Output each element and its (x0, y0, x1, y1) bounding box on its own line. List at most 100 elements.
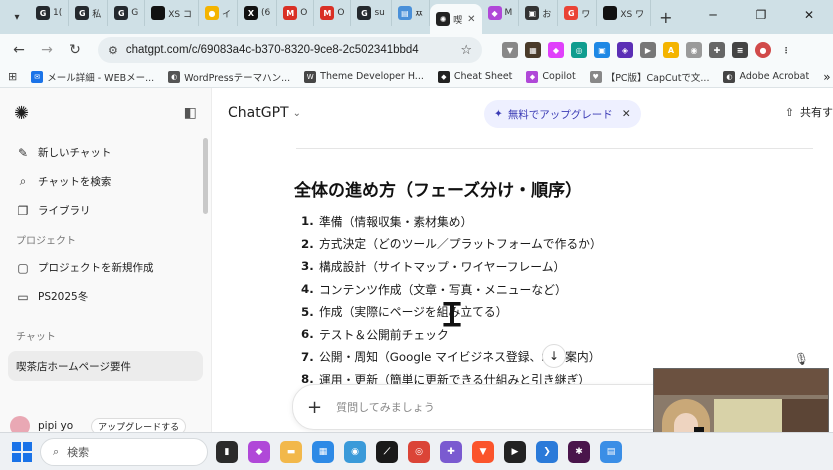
model-label: ChatGPT (228, 105, 289, 121)
bookmark-item[interactable]: ✉ メール詳細 - WEBメー... (31, 70, 154, 84)
scroll-down-button[interactable]: ↓ (542, 344, 566, 368)
browser-tab[interactable]: Gワ (558, 0, 598, 26)
bookmark-label: メール詳細 - WEBメー... (47, 72, 155, 84)
browser-tab[interactable]: G 1( (30, 0, 70, 26)
extension-icon[interactable]: ▦ (525, 42, 541, 58)
chrome-icon[interactable]: ◎ (408, 440, 430, 463)
chrome-app-icon[interactable]: ⟋ (376, 440, 398, 463)
profile-avatar-icon[interactable]: ● (755, 42, 771, 58)
tab-label: XS コ (168, 9, 192, 20)
extensions-puzzle-icon[interactable]: ✚ (709, 42, 725, 58)
bookmarks-bar: ⊞ ✉ メール詳細 - WEBメー... ◐ WordPressテーマハン... W Th… (0, 66, 833, 88)
extension-icon[interactable]: ▶ (640, 42, 656, 58)
browser-tab[interactable]: ▣ お (519, 0, 559, 26)
extension-icon[interactable]: A (663, 42, 679, 58)
projects-heading: プロジェクト (16, 236, 76, 247)
model-selector[interactable]: ChatGPT ⌄ (228, 105, 301, 121)
windows-start-icon[interactable] (12, 441, 32, 462)
sidebar-item[interactable]: ⌕ チャットを検索 (0, 167, 211, 196)
folder-icon: ▭ (17, 289, 29, 304)
browser-tab[interactable]: XS ワ (597, 0, 652, 26)
project-item[interactable]: ▢ プロジェクトを新規作成 (0, 253, 211, 282)
browser-tab[interactable]: ▤ ㅉ (392, 0, 431, 26)
vscode-icon[interactable]: ❯ (536, 440, 558, 463)
copilot-app-icon[interactable]: ◆ (248, 440, 270, 463)
back-icon[interactable]: ← (8, 39, 30, 61)
extension-icon[interactable]: ▣ (594, 42, 610, 58)
camera-icon[interactable]: ◉ (686, 42, 702, 58)
sparkle-icon: ✦ (494, 108, 503, 120)
close-window-button[interactable]: ✕ (785, 0, 833, 30)
close-tab-icon[interactable]: ✕ (467, 14, 475, 25)
chatgpt-logo-icon[interactable]: ✺ (14, 103, 29, 124)
bookmark-item[interactable]: ◐ Adobe Acrobat (723, 70, 809, 83)
composer-input[interactable]: 質問してみましょう (336, 399, 435, 415)
sidebar-item[interactable]: ❐ ライブラリ (0, 196, 211, 225)
chevron-down-icon: ⌄ (292, 107, 301, 119)
maximize-button[interactable]: ❐ (737, 0, 785, 30)
browser-tab[interactable]: ✺ 喫 ✕ (430, 4, 482, 34)
project-item[interactable]: ▭ PS2025冬 (0, 282, 211, 311)
new-tab-button[interactable]: + (651, 8, 680, 27)
minimize-button[interactable]: ─ (689, 0, 737, 30)
bookmark-item[interactable]: W Theme Developer H... (304, 70, 424, 83)
attach-plus-icon[interactable]: + (307, 397, 322, 418)
text-cursor-icon: Ｉ (436, 296, 469, 334)
bookmark-item[interactable]: ◆ Cheat Sheet (437, 70, 512, 83)
site-info-icon[interactable]: ⚙ (108, 44, 118, 57)
browser-tab[interactable]: GG (108, 0, 146, 26)
taskbar-search[interactable]: ⌕ 検索 (40, 437, 208, 466)
bookmark-item[interactable]: ◆ Copilot (526, 70, 576, 83)
browser-tab[interactable]: ◆ M (482, 0, 520, 26)
bookmark-label: 【PC版】CapCutで文... (605, 72, 710, 84)
forward-icon[interactable]: → (36, 39, 58, 61)
tab-search-button[interactable]: ▾ (4, 5, 30, 29)
page-icon: ▤ (397, 6, 412, 20)
slack-icon[interactable]: ✱ (568, 440, 590, 463)
share-button[interactable]: ⇧ 共有す (785, 104, 833, 120)
upgrade-button[interactable]: ✦ 無料でアップグレード ✕ (484, 100, 641, 128)
notepad-icon[interactable]: ▤ (600, 440, 622, 463)
extension-icon[interactable]: ◎ (571, 42, 587, 58)
media-control-icon[interactable]: ≡ (732, 42, 748, 58)
extension-icon[interactable]: ◆ (548, 42, 564, 58)
browser-tab[interactable]: ● イ (199, 0, 239, 26)
taskview-icon[interactable]: ▮ (216, 440, 238, 463)
browser-tab[interactable]: X (6 (238, 0, 278, 26)
tab-label: G (131, 8, 139, 18)
photos-icon[interactable]: ▦ (312, 440, 334, 463)
tab-label: ワ (581, 9, 591, 20)
bookmark-item[interactable]: ◐ WordPressテーマハン... (168, 70, 290, 84)
reload-icon[interactable]: ↻ (64, 39, 86, 61)
browser-tab[interactable]: G私 (69, 0, 109, 26)
taskbar: ⌕ 検索 ▮ ◆ ▬ ▦ ◉ ⟋ ◎ ✚ ▼ ▶ ❯ ✱ ▤ (0, 432, 833, 470)
microphone-icon[interactable]: 🎙 (794, 352, 809, 366)
explorer-icon[interactable]: ▬ (280, 440, 302, 463)
sidebar-scrollbar[interactable] (203, 138, 208, 214)
extension-icon[interactable]: ▼ (502, 42, 518, 58)
bookmarks-overflow-button[interactable]: » (823, 70, 830, 84)
sidebar-item[interactable]: ✎ 新しいチャット (0, 138, 211, 167)
address-bar[interactable]: ⚙ chatgpt.com/c/69083a4c-b370-8320-9ce8-… (98, 37, 482, 63)
sidebar-toggle-icon[interactable]: ◧ (184, 105, 197, 121)
edge-icon[interactable]: ◉ (344, 440, 366, 463)
browser-tab[interactable]: MO (314, 0, 352, 26)
apps-grid-icon[interactable]: ⊞ (8, 70, 17, 83)
webcam-background (654, 369, 828, 395)
bookmark-favicon-icon: W (304, 70, 317, 83)
brave-icon[interactable]: ▼ (472, 440, 494, 463)
close-icon[interactable]: ✕ (622, 108, 631, 120)
browser-menu-icon[interactable]: ⋮ (778, 42, 794, 58)
browser-tab[interactable]: XS コ (145, 0, 199, 26)
browser-tab[interactable]: MO (277, 0, 315, 26)
media-icon[interactable]: ▶ (504, 440, 526, 463)
url-text[interactable]: chatgpt.com/c/69083a4c-b370-8320-9ce8-2c… (126, 44, 452, 56)
browser-tab[interactable]: Gsu (351, 0, 392, 26)
tab-label: お (542, 9, 552, 20)
bookmark-item[interactable]: ♥ 【PC版】CapCutで文... (589, 70, 710, 84)
bookmark-star-icon[interactable]: ☆ (460, 43, 472, 58)
extension-icon[interactable]: ◈ (617, 42, 633, 58)
chat-history-item[interactable]: 喫茶店ホームページ要件 (8, 351, 203, 381)
step-number: 4. (301, 282, 314, 297)
puzzle-icon[interactable]: ✚ (440, 440, 462, 463)
